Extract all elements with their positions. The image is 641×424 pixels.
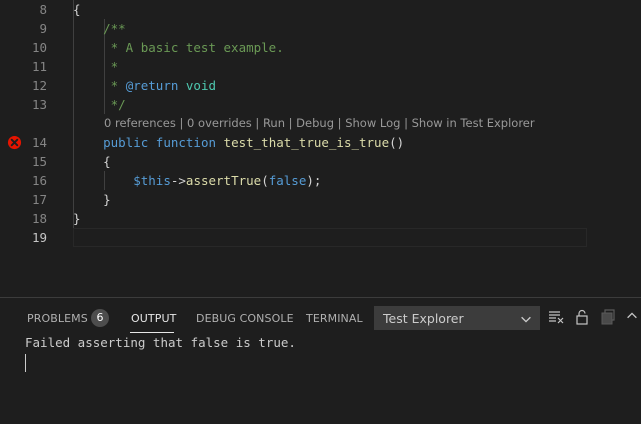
code-token: } [73,192,111,207]
chevron-up-icon[interactable] [625,309,639,323]
code-line[interactable]: 16 $this->assertTrue(false); [0,171,641,190]
code-token: ); [306,173,322,188]
line-number: 8 [39,2,47,17]
code-token: () [389,135,405,150]
code-token: void [185,78,217,93]
code-token: * [73,59,119,74]
line-number: 9 [39,21,47,36]
code-token: function [155,135,217,150]
code-text: { [73,152,111,171]
code-token: } [73,211,81,226]
code-line[interactable]: 10 * A basic test example. [0,38,641,57]
code-text: $this->assertTrue(false); [73,171,321,190]
code-editor[interactable]: 8{9 /** 10 * A basic test example. 11 * 12 … [0,0,641,296]
code-line[interactable]: 11 * [0,57,641,76]
code-line[interactable]: 18} [0,209,641,228]
code-token: { [73,154,111,169]
tab-problems[interactable]: PROBLEMS [27,312,88,325]
code-token: ( [261,173,269,188]
code-token: $this [133,173,171,188]
line-number: 10 [31,40,47,55]
code-token: /** [73,21,126,36]
tab-terminal[interactable]: TERMINAL [306,312,363,325]
chevron-down-icon [521,316,531,323]
code-line[interactable]: 17 } [0,190,641,209]
line-number: 19 [31,230,47,245]
line-number: 12 [31,78,47,93]
tab-output[interactable]: OUTPUT [131,312,176,325]
code-line[interactable]: 13 */ [0,95,641,114]
code-token: * A basic test example. [73,40,284,55]
code-text: * @return void [73,76,216,95]
line-number: 15 [31,154,47,169]
code-line[interactable]: 9 /** [0,19,641,38]
line-number: 11 [31,59,47,74]
code-text: */ [73,95,126,114]
code-token: test_that_true_is_true [223,135,390,150]
problems-count-badge: 6 [91,309,109,327]
code-text: { [73,0,81,19]
clear-output-icon[interactable] [548,309,564,325]
open-in-editor-icon[interactable] [600,309,616,325]
code-token: */ [73,97,126,112]
output-channel-value: Test Explorer [383,311,464,326]
code-text: } [73,190,111,209]
tab-debug-console[interactable]: DEBUG CONSOLE [196,312,294,325]
code-token: * [73,78,126,93]
code-token: public [103,135,149,150]
output-text: Failed asserting that false is true. [25,335,296,350]
line-number: 17 [31,192,47,207]
code-text: * A basic test example. [73,38,284,57]
code-token: @return [125,78,179,93]
code-token: false [268,173,307,188]
code-line[interactable]: 15 { [0,152,641,171]
code-line[interactable]: 14 public function test_that_true_is_tru… [0,133,641,152]
output-channel-select[interactable]: Test Explorer [374,306,540,330]
line-number: 18 [31,211,47,226]
codelens[interactable]: 0 references | 0 overrides | Run | Debug… [104,115,535,131]
lock-icon[interactable] [574,309,590,325]
text-cursor [25,354,26,372]
bottom-panel: PROBLEMS 6 OUTPUT DEBUG CONSOLE TERMINAL… [0,297,641,424]
code-line[interactable]: 19 [0,228,641,247]
code-token: -> [170,173,186,188]
code-text: * [73,57,119,76]
error-icon[interactable] [7,135,22,150]
code-text: public function test_that_true_is_true() [73,133,404,152]
line-number: 16 [31,173,47,188]
active-tab-indicator [130,332,174,333]
code-line[interactable]: 8{ [0,0,641,19]
code-line[interactable]: 12 * @return void [0,76,641,95]
code-token: { [73,2,81,17]
code-text: } [73,209,81,228]
code-token: assertTrue [185,173,262,188]
code-text: /** [73,19,126,38]
line-number: 13 [31,97,47,112]
